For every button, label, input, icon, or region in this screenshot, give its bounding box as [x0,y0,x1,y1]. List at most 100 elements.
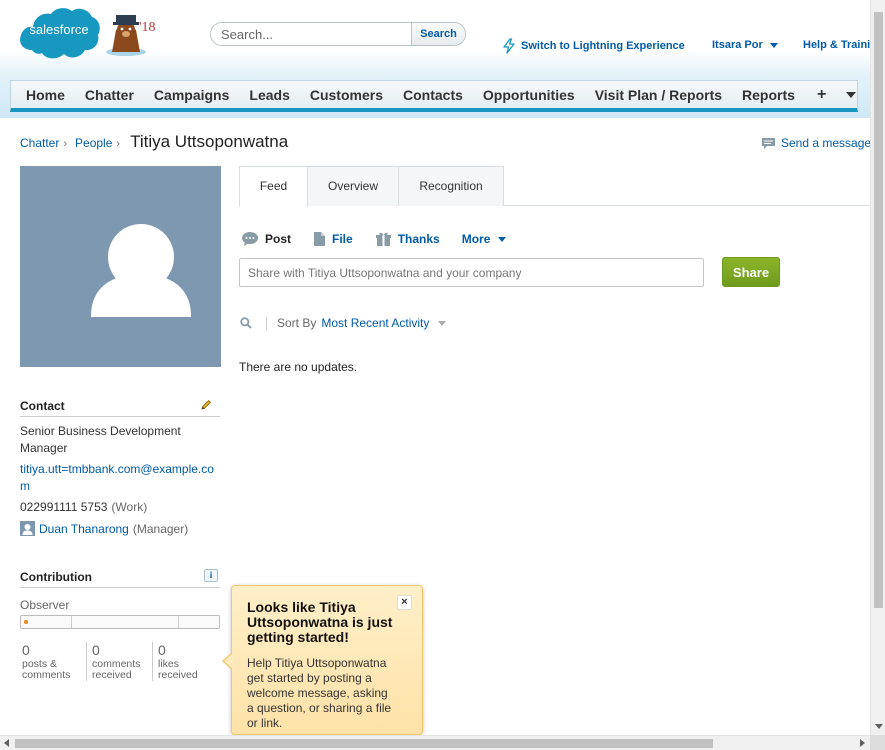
gift-icon [375,232,391,246]
progress-marker [24,620,28,624]
user-menu[interactable]: Itsara Por [712,39,778,51]
stat-count: 0 [158,642,166,658]
progress-divider [178,616,179,628]
feed-sort-bar: Sort By Most Recent Activity [240,316,447,330]
profile-tabs: Feed Overview Recognition [239,166,870,207]
send-message-label: Send a message [781,136,872,150]
manager-row: Duan Thanarong (Manager) [20,521,188,536]
manager-name-link[interactable]: Duan Thanarong [39,522,129,536]
pencil-edit-icon[interactable] [200,399,212,411]
tooltip-body: Help Titiya Uttsoponwatna get started by… [247,656,392,730]
scroll-down-arrow-icon[interactable] [875,724,883,729]
stat-count: 0 [22,642,30,658]
publisher-more[interactable]: More [462,232,507,246]
chevron-down-icon [769,42,778,48]
user-name: Itsara Por [712,39,763,51]
scroll-right-arrow-icon[interactable] [860,739,865,747]
sort-label: Sort By [277,316,317,330]
all-tabs-plus-icon[interactable]: + [805,81,838,109]
tab-overflow-menu[interactable] [838,81,864,109]
tooltip-arrow [222,652,233,670]
publisher-file-label: File [332,232,353,246]
file-icon [314,232,326,246]
salesforce-logo[interactable]: salesforce [18,6,100,60]
stat-count: 0 [92,642,100,658]
manager-avatar-icon [20,521,35,536]
info-icon[interactable]: i [204,569,218,582]
breadcrumb-separator: › [63,138,68,150]
stat-label: comments received [92,658,141,681]
global-search: Search [210,22,466,46]
publisher-file[interactable]: File [313,231,353,247]
scroll-left-arrow-icon[interactable] [4,739,9,747]
breadcrumb-people[interactable]: People [75,136,112,150]
search-icon[interactable] [240,317,252,329]
scrollbar-corner [870,735,885,750]
feed-empty-message: There are no updates. [239,360,358,374]
speech-bubble-icon [242,232,258,246]
vertical-scroll-thumb[interactable] [874,12,883,608]
tab-contacts[interactable]: Contacts [393,81,473,109]
publisher-more-label: More [461,232,491,246]
close-icon[interactable]: × [397,595,412,610]
contact-email-link[interactable]: titiya.utt=tmbbank.com@example.com [20,461,220,495]
phone-number: 022991111 5753 [20,500,108,514]
vertical-scrollbar[interactable] [870,0,885,735]
mascot-year: '18 [139,20,156,35]
contribution-level: Observer [20,598,70,612]
contact-heading-label: Contact [20,399,65,413]
tab-feed[interactable]: Feed [239,166,308,207]
breadcrumb-chatter[interactable]: Chatter [20,136,59,150]
publisher-post[interactable]: Post [241,231,291,247]
stat-posts-comments: 0 posts & comments [20,642,86,681]
search-input[interactable] [211,23,411,45]
switch-to-lightning-link[interactable]: Switch to Lightning Experience [502,38,685,54]
contact-phone: 022991111 5753 (Work) [20,500,147,514]
send-message-link[interactable]: Send a message [761,136,871,150]
divider [266,316,267,330]
horizontal-scroll-thumb[interactable] [15,739,713,748]
tooltip-title: Looks like Titiya Uttsoponwatna is just … [247,599,393,645]
contribution-stats: 0 posts & comments 0 comments received 0… [20,642,218,681]
publisher-actions: Post File Thanks More [241,231,528,247]
contribution-section-heading: Contribution i [20,569,220,588]
stat-comments-received: 0 comments received [86,642,152,681]
publisher-thanks[interactable]: Thanks [375,231,440,247]
contact-section-heading: Contact [20,399,220,417]
publisher-thanks-label: Thanks [397,232,440,246]
tab-customers[interactable]: Customers [300,81,393,109]
tab-home[interactable]: Home [16,81,75,109]
tab-campaigns[interactable]: Campaigns [144,81,239,109]
tab-recognition[interactable]: Recognition [398,166,504,206]
progress-divider [71,616,72,628]
message-icon [762,137,775,149]
chevron-down-icon [846,91,857,98]
manager-role: (Manager) [132,521,189,536]
breadcrumb: Chatter › People › Titiya Uttsoponwatna [20,132,288,152]
tab-visit-plan-reports[interactable]: Visit Plan / Reports [585,81,732,109]
profile-photo[interactable] [20,166,221,367]
main-tab-bar: Home Chatter Campaigns Leads Customers C… [10,80,858,112]
phone-type: (Work) [111,500,148,514]
switch-link-label: Switch to Lightning Experience [521,40,685,52]
sort-dropdown[interactable]: Most Recent Activity [321,316,429,330]
share-input[interactable] [239,258,704,287]
chevron-down-icon [498,236,507,242]
stat-label: posts & comments [22,658,71,681]
contribution-heading-label: Contribution [20,570,92,584]
tab-chatter[interactable]: Chatter [75,81,144,109]
tab-reports[interactable]: Reports [732,81,805,109]
chevron-down-icon[interactable] [438,320,447,326]
page-title: Titiya Uttsoponwatna [130,132,289,151]
getting-started-tooltip: × Looks like Titiya Uttsoponwatna is jus… [222,585,423,735]
search-button[interactable]: Search [411,23,465,45]
horizontal-scrollbar[interactable] [0,735,870,750]
share-button[interactable]: Share [722,257,780,287]
tab-overview[interactable]: Overview [307,166,399,206]
breadcrumb-separator: › [116,138,121,150]
default-user-icon [91,224,191,317]
logo-text: salesforce [29,22,89,37]
tab-leads[interactable]: Leads [239,81,299,109]
lightning-bolt-icon [503,38,515,54]
tab-opportunities[interactable]: Opportunities [473,81,585,109]
